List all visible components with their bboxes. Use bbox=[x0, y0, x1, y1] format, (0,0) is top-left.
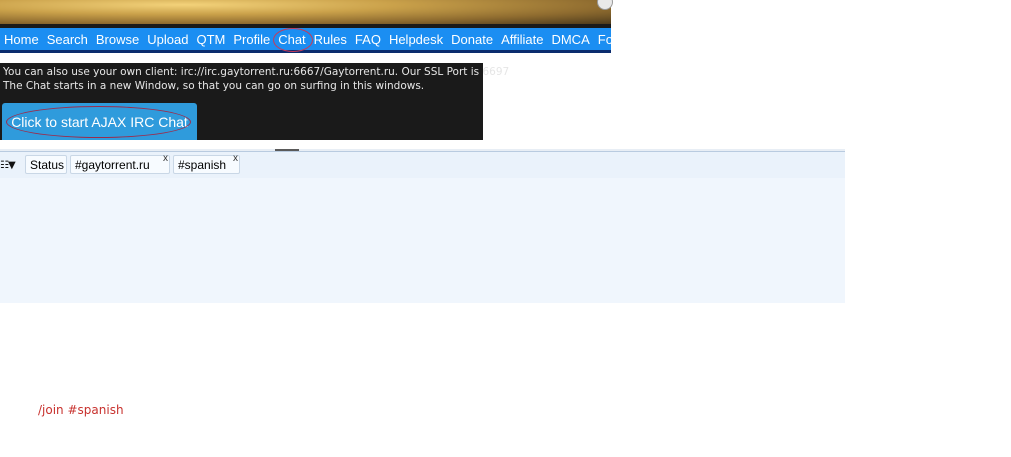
nav-upload[interactable]: Upload bbox=[143, 32, 192, 47]
start-ajax-irc-button[interactable]: Click to start AJAX IRC Chat bbox=[2, 103, 197, 140]
close-icon[interactable]: x bbox=[163, 154, 168, 164]
chat-message-area bbox=[0, 178, 845, 303]
nav-forum[interactable]: Forum bbox=[594, 32, 640, 47]
main-nav: Home Search Browse Upload QTM Profile Ch… bbox=[0, 27, 635, 53]
close-icon[interactable]: x bbox=[233, 154, 238, 164]
channel-menu-icon[interactable]: ☷▼ bbox=[0, 157, 16, 173]
nav-home[interactable]: Home bbox=[0, 32, 43, 47]
irc-client-info: You can also use your own client: irc://… bbox=[3, 66, 510, 78]
nav-affiliate[interactable]: Affiliate bbox=[497, 32, 547, 47]
nav-rules[interactable]: Rules bbox=[310, 32, 351, 47]
new-window-info: The Chat starts in a new Window, so that… bbox=[3, 80, 425, 92]
tab-spanish-label: #spanish bbox=[178, 157, 227, 172]
nav-profile[interactable]: Profile bbox=[229, 32, 274, 47]
nav-dmca[interactable]: DMCA bbox=[547, 32, 593, 47]
nav-donate[interactable]: Donate bbox=[447, 32, 497, 47]
tab-gaytorrent-label: #gaytorrent.ru bbox=[75, 157, 150, 172]
tab-gaytorrent[interactable]: #gaytorrent.ru x bbox=[70, 154, 170, 174]
tab-status[interactable]: Status bbox=[25, 155, 67, 174]
tab-status-label: Status bbox=[30, 157, 65, 172]
tab-spanish[interactable]: #spanish x bbox=[173, 154, 240, 174]
nav-browse[interactable]: Browse bbox=[92, 32, 143, 47]
menu-icon: ☷▼ bbox=[0, 159, 16, 171]
chat-info-panel: You can also use your own client: irc://… bbox=[0, 63, 510, 140]
join-command-annotation: /join #spanish bbox=[38, 403, 124, 417]
nav-qtm[interactable]: QTM bbox=[192, 32, 229, 47]
scroll-indicator bbox=[597, 0, 613, 10]
nav-search[interactable]: Search bbox=[43, 32, 92, 47]
site-banner bbox=[0, 0, 613, 24]
nav-faq[interactable]: FAQ bbox=[351, 32, 385, 47]
highlight-circle bbox=[6, 106, 191, 138]
nav-helpdesk[interactable]: Helpdesk bbox=[385, 32, 447, 47]
nav-chat[interactable]: Chat bbox=[273, 27, 314, 52]
chat-tab-bar: ☷▼ Status #gaytorrent.ru x #spanish x bbox=[0, 151, 845, 179]
